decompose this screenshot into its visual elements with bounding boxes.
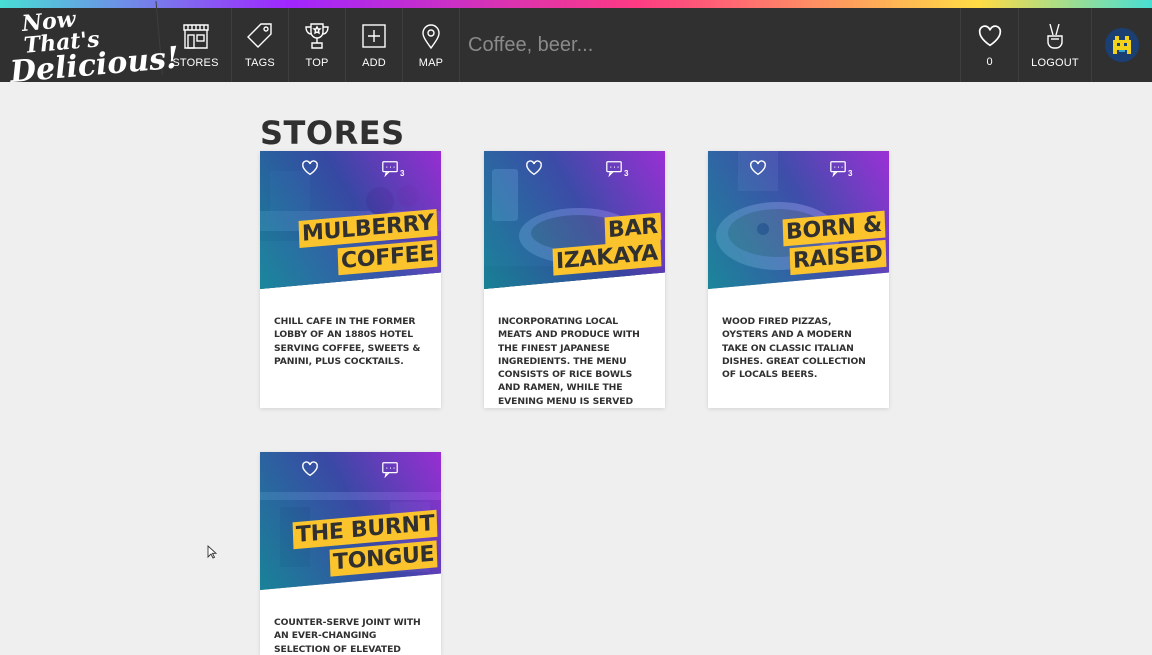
hearts-count: 0 bbox=[986, 56, 993, 68]
comment-icon[interactable] bbox=[605, 159, 623, 177]
mouse-cursor-icon bbox=[207, 545, 217, 559]
add-icon bbox=[362, 24, 386, 48]
heart-icon[interactable] bbox=[301, 460, 319, 478]
store-description: Incorporating local meats and produce wi… bbox=[498, 316, 640, 407]
comment-icon[interactable] bbox=[829, 159, 847, 177]
store-card[interactable]: THE BURNT TONGUE Counter-serve joint wit… bbox=[260, 452, 441, 655]
search-bar bbox=[460, 8, 961, 82]
nav-top[interactable]: TOP bbox=[289, 8, 346, 82]
comment-count: 3 bbox=[400, 169, 405, 178]
page-title: STORES bbox=[260, 114, 405, 152]
heart-icon[interactable] bbox=[525, 159, 543, 177]
store-title[interactable]: BORN & RAISED bbox=[708, 210, 889, 276]
store-icons bbox=[260, 460, 441, 480]
nav-hearts[interactable]: 0 bbox=[961, 8, 1019, 82]
trophy-icon bbox=[305, 23, 329, 49]
store-description: Wood fired pizzas, oysters and a modern … bbox=[722, 316, 866, 381]
peace-hand-icon bbox=[1047, 23, 1063, 49]
comment-count: 3 bbox=[848, 169, 853, 178]
store-title[interactable]: THE BURNT TONGUE bbox=[260, 509, 441, 577]
store-title-line-2: RAISED bbox=[789, 239, 886, 276]
nav-map[interactable]: MAP bbox=[403, 8, 460, 82]
top-navigation: Now That's Delicious! STORES TAGS TOP AD… bbox=[0, 1, 1152, 90]
nav-add-label: ADD bbox=[362, 57, 386, 69]
nav-add[interactable]: ADD bbox=[346, 8, 403, 82]
map-pin-icon bbox=[422, 24, 440, 50]
avatar-invader-icon bbox=[1105, 28, 1139, 62]
nav-map-label: MAP bbox=[418, 57, 444, 69]
heart-icon[interactable] bbox=[749, 159, 767, 177]
rainbow-stripe bbox=[0, 0, 1152, 8]
store-hero[interactable]: THE BURNT TONGUE bbox=[260, 452, 441, 590]
store-card[interactable]: 3 BAR IZAKAYA Incorporating local meats … bbox=[484, 151, 665, 408]
user-avatar-wrap[interactable] bbox=[1092, 8, 1152, 82]
nav-tags[interactable]: TAGS bbox=[232, 8, 289, 82]
store-icons: 3 bbox=[260, 159, 441, 179]
nav-logout-label: LOGOUT bbox=[1031, 57, 1079, 69]
store-description: Counter-serve joint with an ever-changin… bbox=[274, 617, 421, 655]
nav-logout[interactable]: LOGOUT bbox=[1019, 8, 1092, 82]
store-title[interactable]: MULBERRY COFFEE bbox=[260, 209, 441, 276]
store-icons: 3 bbox=[484, 159, 665, 179]
nav-tags-label: TAGS bbox=[245, 57, 275, 69]
heart-icon bbox=[978, 25, 1001, 47]
heart-icon[interactable] bbox=[301, 159, 319, 177]
store-hero[interactable]: 3 MULBERRY COFFEE bbox=[260, 151, 441, 289]
search-input[interactable] bbox=[468, 33, 960, 57]
comment-icon[interactable] bbox=[381, 159, 399, 177]
store-icon bbox=[182, 24, 209, 49]
store-hero[interactable]: 3 BAR IZAKAYA bbox=[484, 151, 665, 289]
comment-count: 3 bbox=[624, 169, 629, 178]
store-card[interactable]: 3 MULBERRY COFFEE Chill cafe in the form… bbox=[260, 151, 441, 408]
nav-top-label: TOP bbox=[305, 57, 329, 69]
store-title-line-2: IZAKAYA bbox=[552, 239, 662, 276]
comment-icon[interactable] bbox=[381, 460, 399, 478]
store-icons: 3 bbox=[708, 159, 889, 179]
store-card[interactable]: 3 BORN & RAISED Wood fired pizzas, oyste… bbox=[708, 151, 889, 408]
tag-icon bbox=[247, 23, 272, 48]
store-title[interactable]: BAR IZAKAYA bbox=[484, 212, 665, 276]
store-title-line-2: COFFEE bbox=[337, 239, 438, 276]
site-logo[interactable]: Now That's Delicious! bbox=[0, 1, 180, 90]
store-description: Chill cafe in the former lobby of an 188… bbox=[274, 316, 421, 367]
avatar[interactable] bbox=[1105, 28, 1139, 62]
store-hero[interactable]: 3 BORN & RAISED bbox=[708, 151, 889, 289]
store-title-line-2: TONGUE bbox=[329, 540, 438, 577]
